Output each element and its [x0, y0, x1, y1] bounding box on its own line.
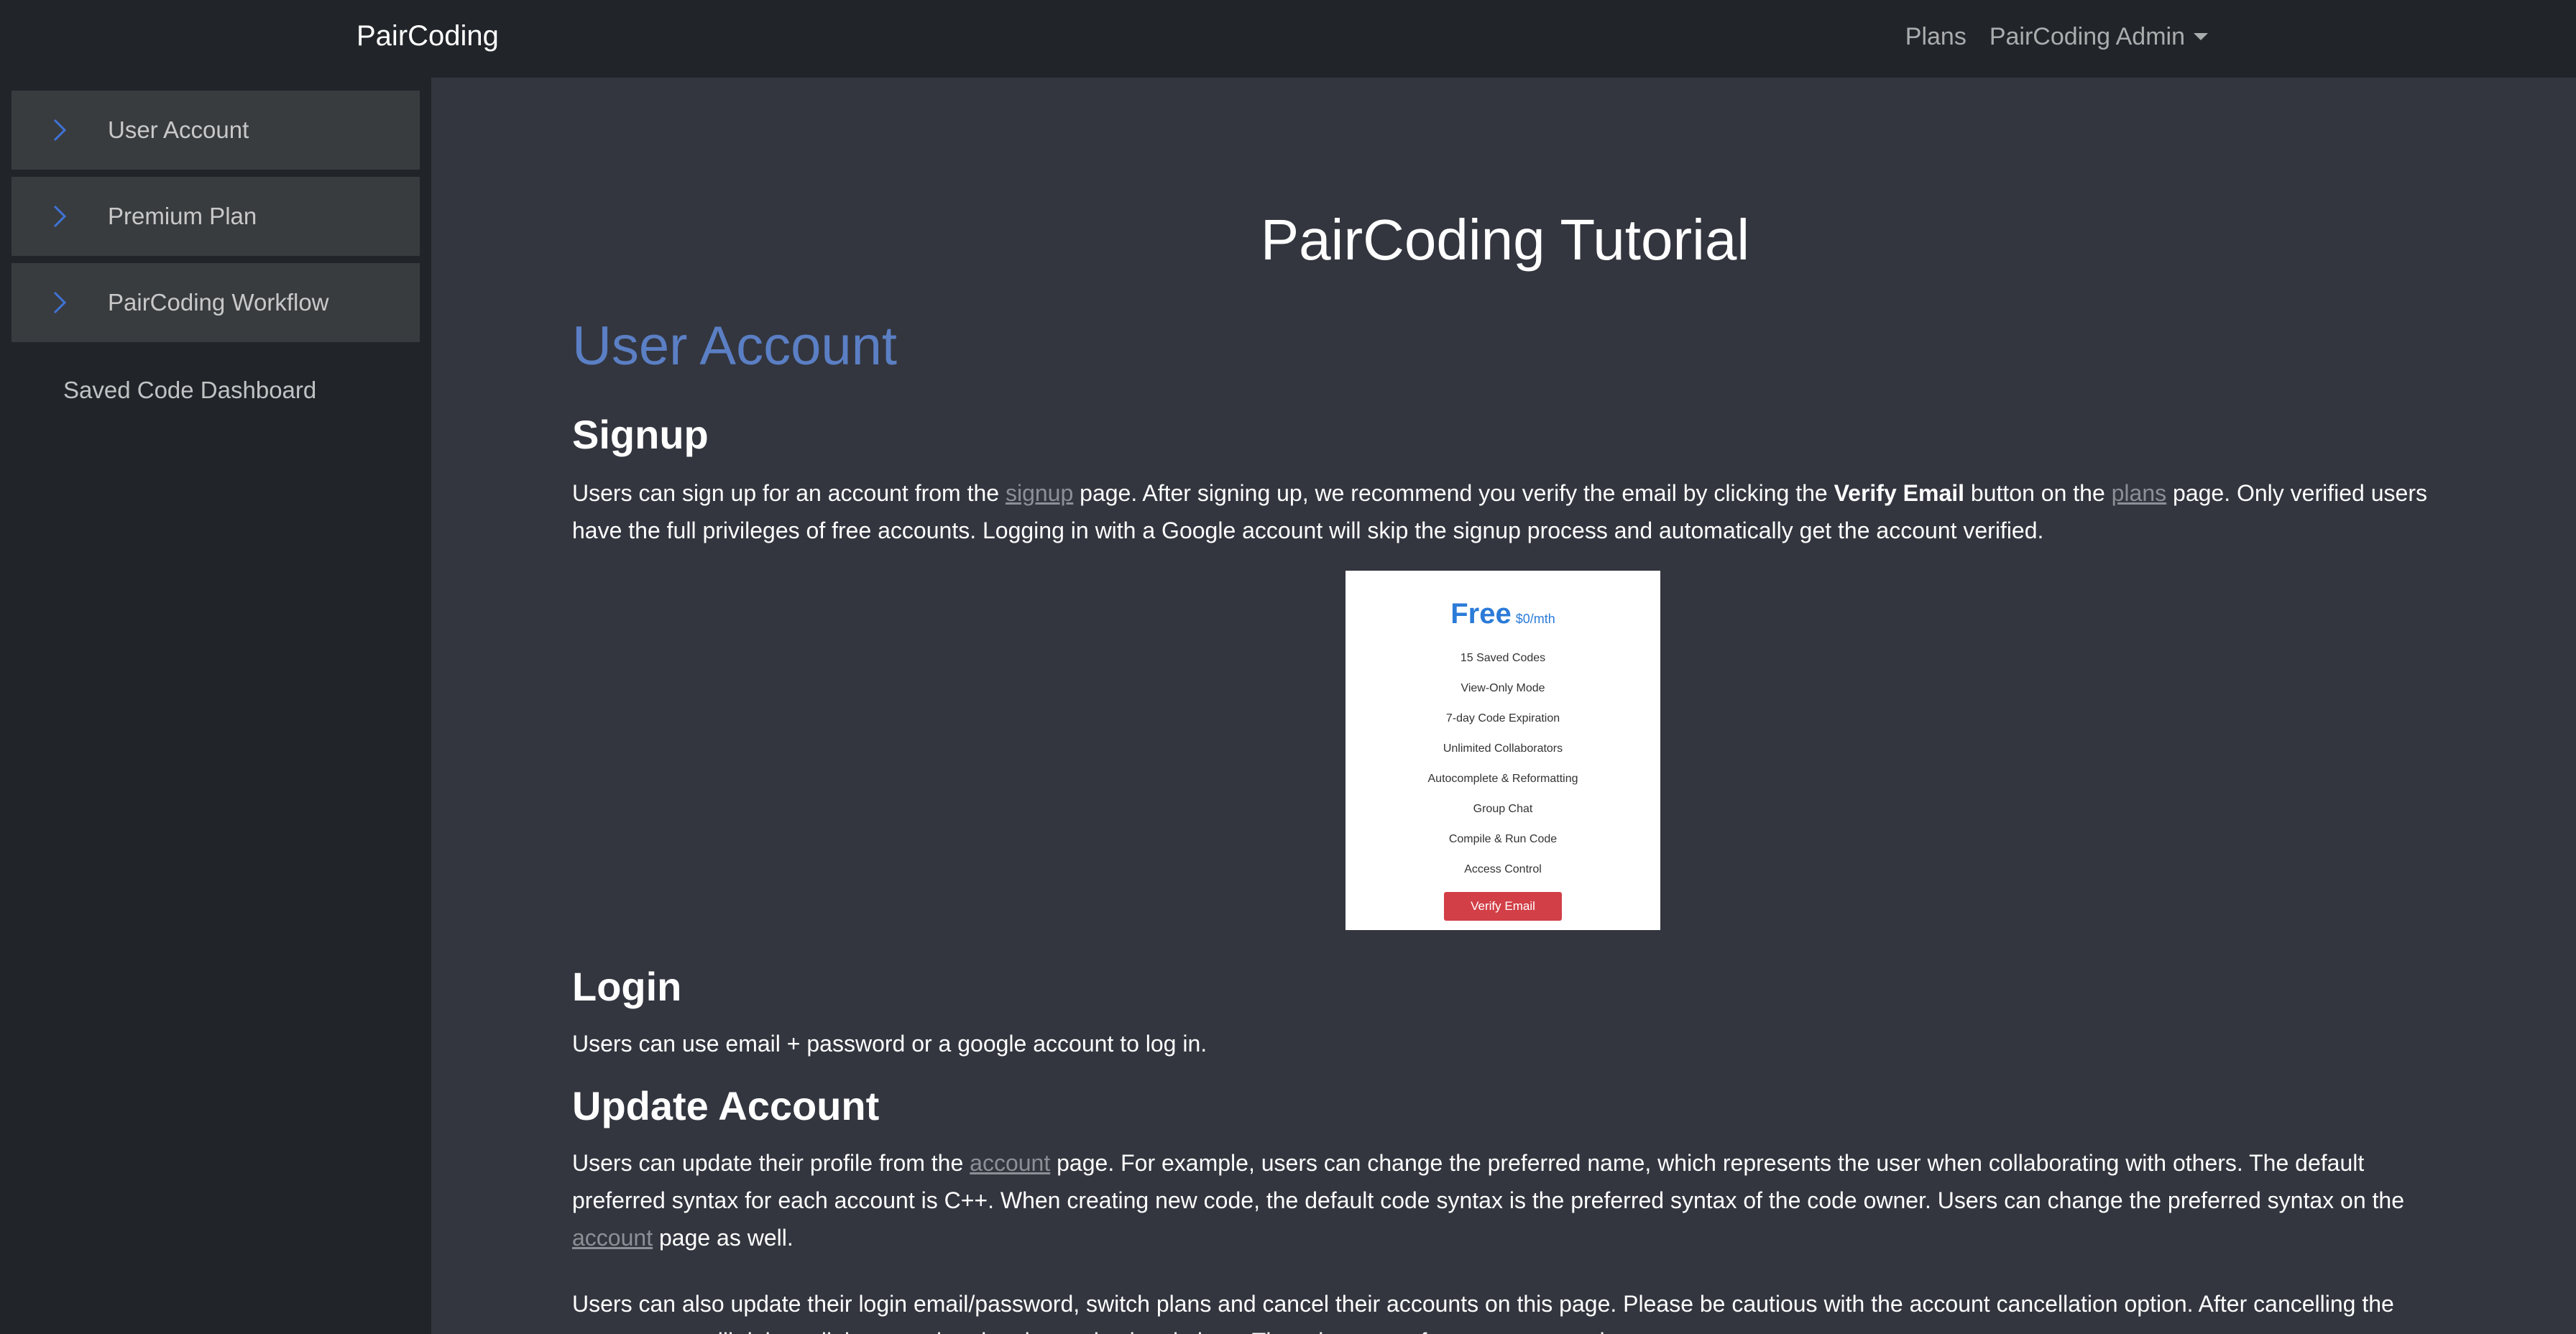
- plan-price: $0/mth: [1515, 612, 1555, 626]
- account-link[interactable]: account: [970, 1150, 1050, 1176]
- plan-feature: Group Chat: [1473, 803, 1533, 815]
- sidebar-item-paircoding-workflow[interactable]: PairCoding Workflow: [12, 263, 420, 342]
- account-link[interactable]: account: [572, 1225, 653, 1251]
- nav-plans-link[interactable]: Plans: [1905, 23, 1966, 51]
- heading-signup: Signup: [572, 412, 709, 457]
- plan-name: Free: [1450, 598, 1512, 630]
- heading-update-account: Update Account: [572, 1083, 880, 1128]
- update-paragraph-1: Users can update their profile from the …: [572, 1144, 2438, 1256]
- signup-link[interactable]: signup: [1006, 480, 1073, 506]
- chevron-right-icon: [53, 205, 67, 228]
- plan-header: Free $0/mth: [1346, 598, 1660, 630]
- chevron-right-icon: [53, 119, 67, 142]
- top-navbar: PairCoding Plans PairCoding Admin: [0, 0, 2576, 78]
- chevron-right-icon: [53, 291, 67, 314]
- nav-admin-dropdown[interactable]: PairCoding Admin: [1990, 23, 2208, 51]
- sidebar-item-label: PairCoding Workflow: [108, 289, 329, 316]
- sidebar: User Account Premium Plan PairCoding Wor…: [0, 78, 431, 1334]
- section-title-user-account: User Account: [572, 316, 897, 377]
- text-fragment: Users can update their profile from the: [572, 1150, 970, 1176]
- update-paragraph-2: Users can also update their login email/…: [572, 1291, 2394, 1334]
- signup-paragraph: Users can sign up for an account from th…: [572, 474, 2438, 549]
- text-fragment: page. After signing up, we recommend you…: [1073, 480, 1834, 506]
- plan-feature: Autocomplete & Reformatting: [1427, 773, 1578, 785]
- heading-login: Login: [572, 964, 682, 1009]
- plans-link[interactable]: plans: [2112, 480, 2167, 506]
- brand-link[interactable]: PairCoding: [356, 20, 499, 52]
- main-content: PairCoding Tutorial User Account Signup …: [431, 78, 2576, 1334]
- text-fragment: page as well.: [653, 1225, 794, 1251]
- free-plan-card-image: Free $0/mth 15 Saved Codes View-Only Mode…: [1346, 571, 1660, 930]
- sidebar-item-label: Premium Plan: [108, 203, 257, 229]
- plan-feature: 7-day Code Expiration: [1445, 712, 1560, 724]
- plan-feature: Compile & Run Code: [1448, 833, 1558, 845]
- plan-feature: 15 Saved Codes: [1460, 652, 1546, 664]
- text-fragment: button on the: [1964, 480, 2112, 506]
- plan-feature-list: 15 Saved Codes View-Only Mode 7-day Code…: [1346, 643, 1660, 885]
- caret-down-icon: [2194, 33, 2208, 40]
- sidebar-item-premium-plan[interactable]: Premium Plan: [12, 177, 420, 256]
- navbar-links: Plans PairCoding Admin: [1905, 23, 2208, 51]
- verify-email-button: Verify Email: [1444, 892, 1562, 921]
- verify-email-bold: Verify Email: [1834, 480, 1965, 506]
- plan-feature: Unlimited Collaborators: [1443, 742, 1563, 755]
- plan-feature: View-Only Mode: [1460, 682, 1545, 694]
- sidebar-item-label: User Account: [108, 116, 249, 143]
- login-paragraph: Users can use email + password or a goog…: [572, 1031, 1208, 1057]
- page-title: PairCoding Tutorial: [1260, 208, 1750, 272]
- sidebar-item-saved-code-dashboard[interactable]: Saved Code Dashboard: [63, 377, 316, 404]
- sidebar-item-user-account[interactable]: User Account: [12, 91, 420, 170]
- nav-admin-label: PairCoding Admin: [1989, 23, 2185, 50]
- text-fragment: Users can sign up for an account from th…: [572, 480, 1006, 506]
- plan-feature: Access Control: [1464, 863, 1542, 875]
